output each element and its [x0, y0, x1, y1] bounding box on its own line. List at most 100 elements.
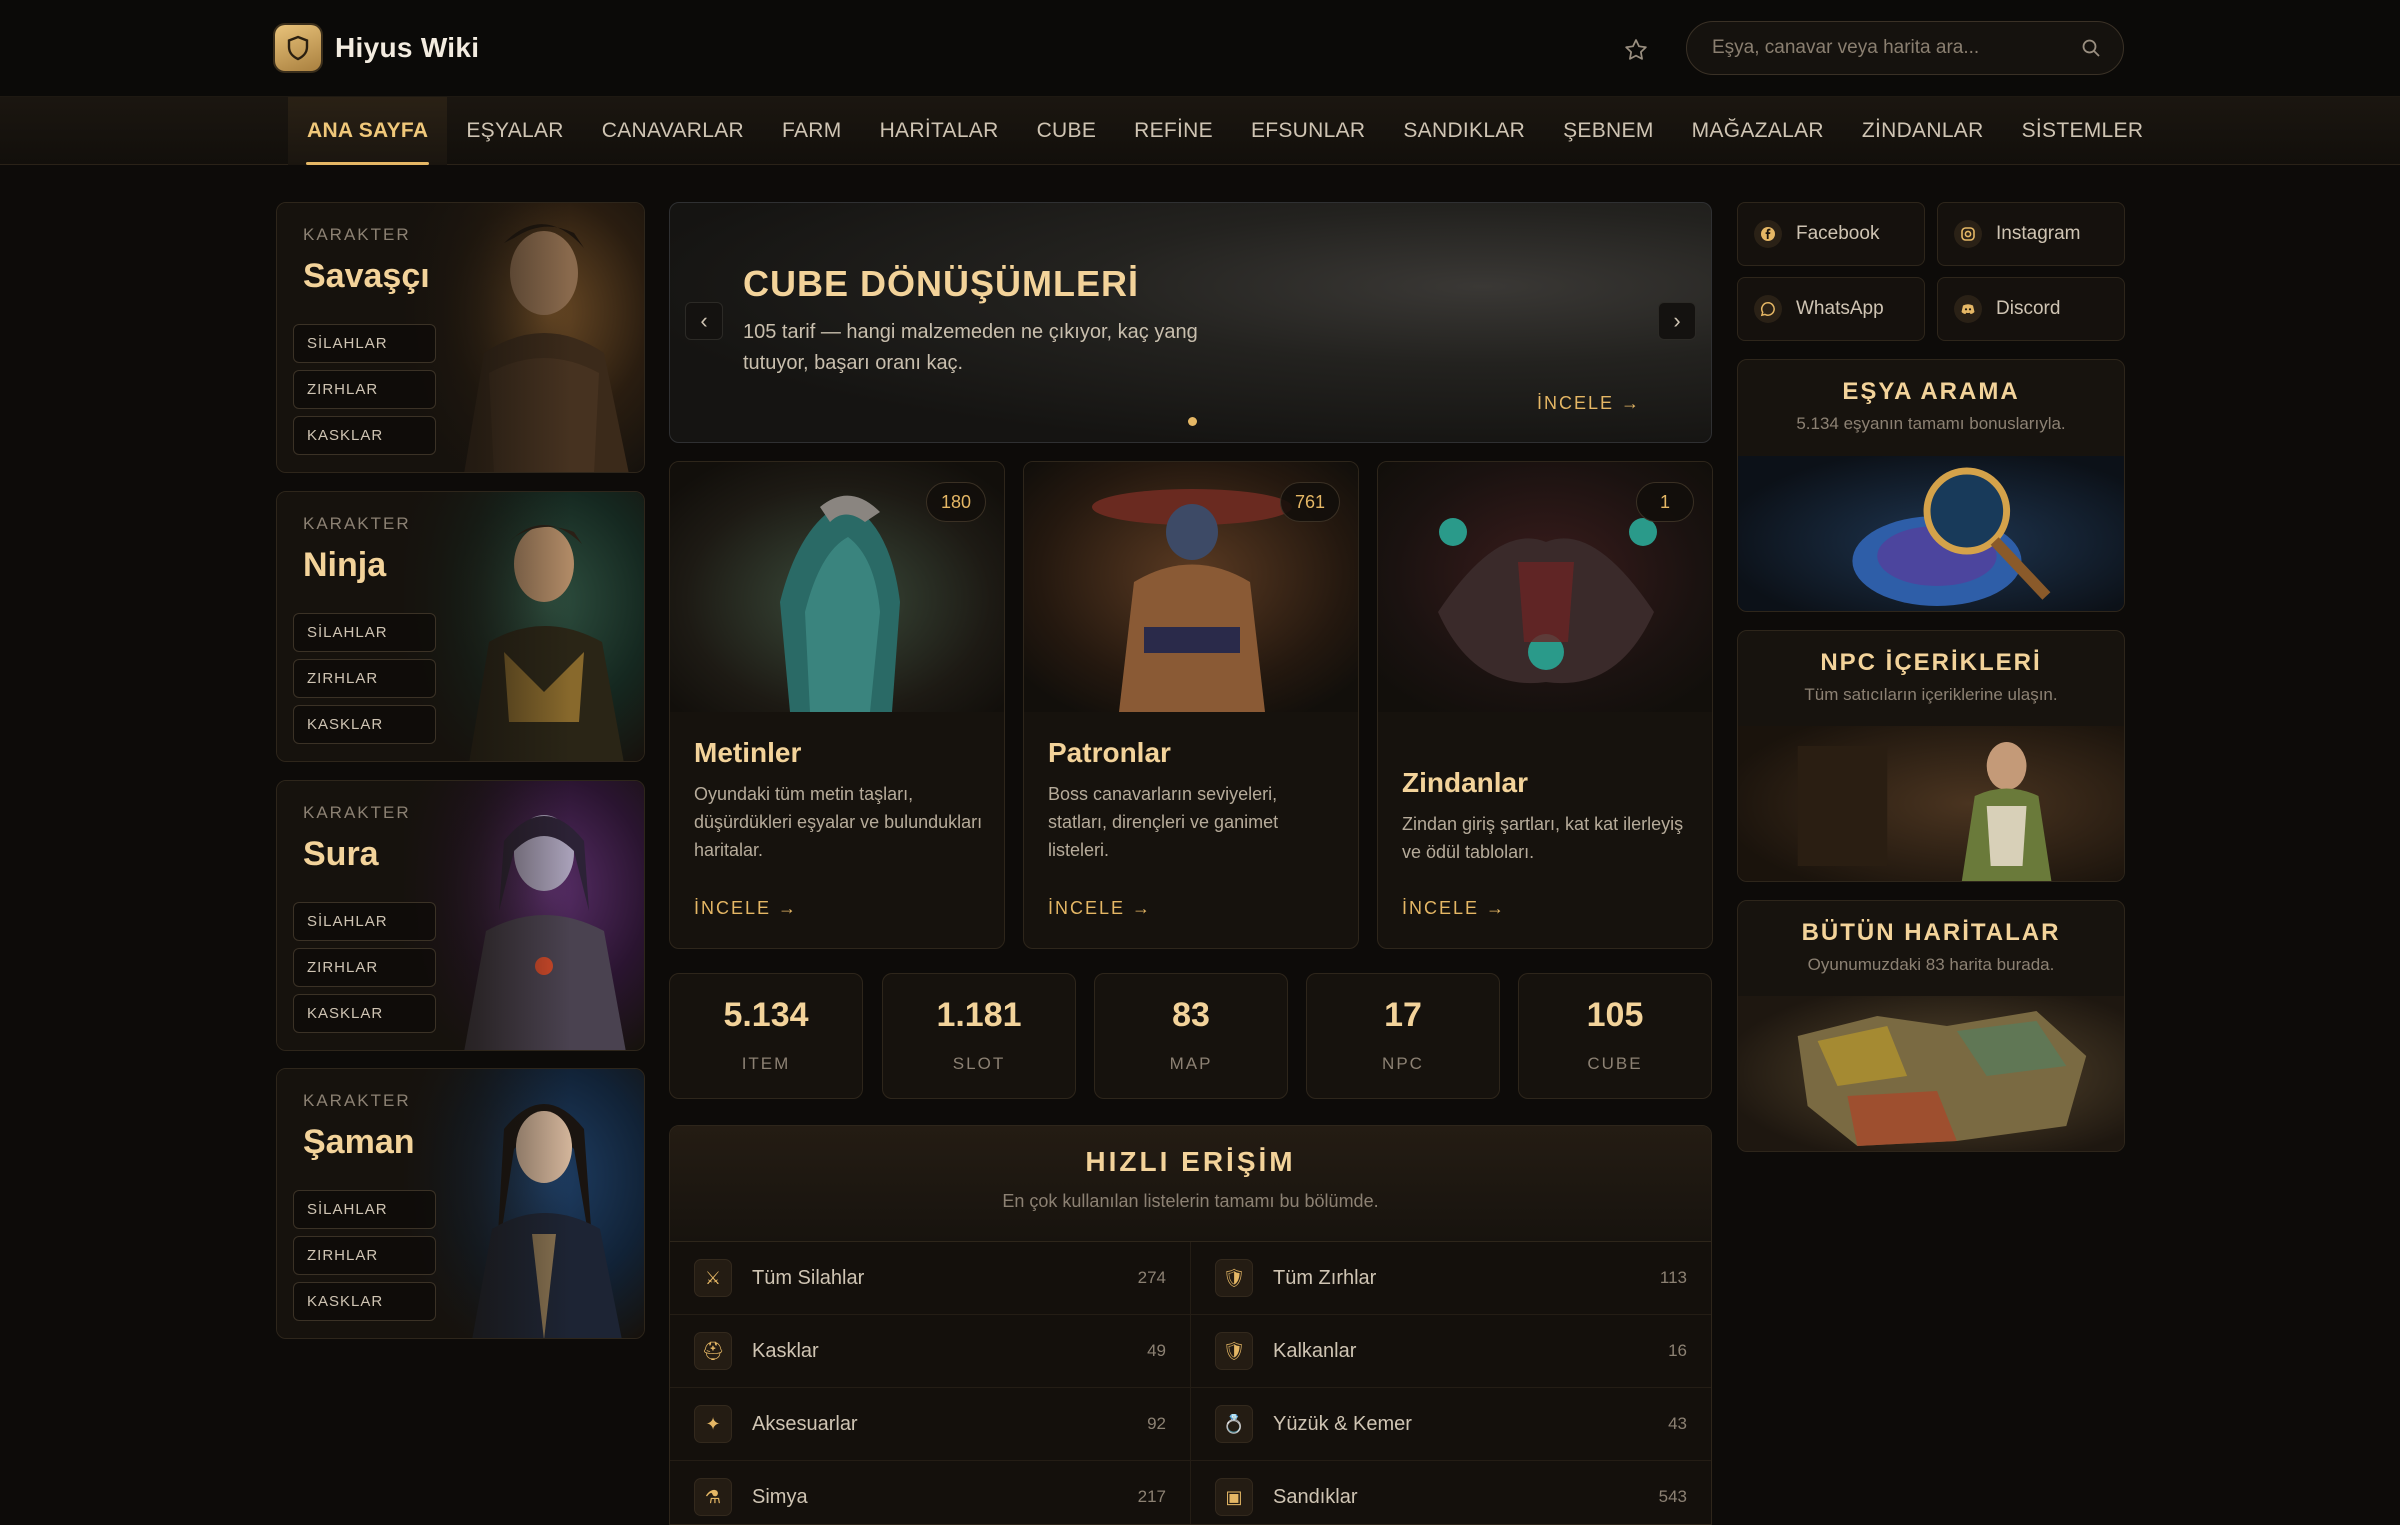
- stat-label: CUBE: [1587, 1054, 1643, 1073]
- stat-value: 1.181: [936, 996, 1022, 1034]
- feature-card-metins[interactable]: 180 Metinler Oyundaki tüm metin taşları,…: [669, 461, 1005, 949]
- quick-item-count: 43: [1668, 1414, 1687, 1433]
- character-card-ninja[interactable]: KARAKTER Ninja SİLAHLAR ZIRHLAR KASKLAR: [276, 491, 645, 762]
- helmets-button[interactable]: KASKLAR: [293, 994, 436, 1033]
- favorite-star-button[interactable]: [1618, 32, 1654, 68]
- whatsapp-icon: [1754, 295, 1782, 323]
- nav-item-refine[interactable]: REFİNE: [1115, 97, 1232, 165]
- stat-items: 5.134 ITEM: [669, 973, 863, 1099]
- side-card-subtitle: Tüm satıcıların içeriklerine ulaşın.: [1804, 685, 2058, 704]
- helmets-button[interactable]: KASKLAR: [293, 705, 436, 744]
- quick-item-helmets[interactable]: ⛑ Kasklar 49: [670, 1315, 1190, 1388]
- quick-item-label: Simya: [752, 1485, 808, 1508]
- inspect-link[interactable]: İNCELE →: [1048, 898, 1152, 919]
- character-card-shaman[interactable]: KARAKTER Şaman SİLAHLAR ZIRHLAR KASKLAR: [276, 1068, 645, 1339]
- stat-label: MAP: [1169, 1054, 1213, 1073]
- ring-icon: 💍: [1215, 1405, 1253, 1443]
- stat-label: SLOT: [952, 1054, 1006, 1073]
- instagram-icon: [1954, 220, 1982, 248]
- quick-item-accessories[interactable]: ✦ Aksesuarlar 92: [670, 1388, 1190, 1461]
- instagram-link[interactable]: Instagram: [1937, 202, 2125, 266]
- helmets-button[interactable]: KASKLAR: [293, 1282, 436, 1321]
- feature-card-dungeons[interactable]: 1 Zindanlar Zindan giriş şartları, kat k…: [1377, 461, 1713, 949]
- nav-item-sebnem[interactable]: ŞEBNEM: [1544, 97, 1673, 165]
- nav-item-chests[interactable]: SANDIKLAR: [1384, 97, 1544, 165]
- armors-button[interactable]: ZIRHLAR: [293, 948, 436, 987]
- world-map-image: [1738, 996, 2124, 1151]
- nav-item-home[interactable]: ANA SAYFA: [288, 97, 448, 165]
- alchemy-icon: ⚗: [694, 1478, 732, 1516]
- stat-value: 5.134: [723, 996, 809, 1034]
- facebook-icon: [1754, 220, 1782, 248]
- quick-item-label: Yüzük & Kemer: [1273, 1412, 1412, 1435]
- character-card-sura[interactable]: KARAKTER Sura SİLAHLAR ZIRHLAR KASKLAR: [276, 780, 645, 1051]
- search-icon[interactable]: [2081, 38, 2101, 58]
- armors-button[interactable]: ZIRHLAR: [293, 370, 436, 409]
- npc-contents-card[interactable]: NPC İÇERİKLERİ Tüm satıcıların içerikler…: [1737, 630, 2125, 882]
- main-nav: ANA SAYFA EŞYALAR CANAVARLAR FARM HARİTA…: [0, 97, 2400, 165]
- nav-item-farm[interactable]: FARM: [763, 97, 861, 165]
- character-kicker: KARAKTER: [303, 225, 411, 244]
- feature-card-bosses[interactable]: 761 Patronlar Boss canavarların seviyele…: [1023, 461, 1359, 949]
- social-label: Instagram: [1996, 223, 2081, 244]
- nav-item-bonuses[interactable]: EFSUNLAR: [1232, 97, 1384, 165]
- feature-description: Zindan giriş şartları, kat kat ilerleyiş…: [1402, 814, 1684, 862]
- quick-item-rings-belts[interactable]: 💍 Yüzük & Kemer 43: [1191, 1388, 1711, 1461]
- facebook-link[interactable]: Facebook: [1737, 202, 1925, 266]
- quick-item-shields[interactable]: 🛡 Kalkanlar 16: [1191, 1315, 1711, 1388]
- all-maps-card[interactable]: BÜTÜN HARİTALAR Oyunumuzdaki 83 harita b…: [1737, 900, 2125, 1152]
- quick-item-all-armors[interactable]: 🛡 Tüm Zırhlar 113: [1191, 1242, 1711, 1315]
- weapons-button[interactable]: SİLAHLAR: [293, 902, 436, 941]
- feature-description: Boss canavarların seviyeleri, statları, …: [1048, 784, 1279, 860]
- stat-label: ITEM: [741, 1054, 791, 1073]
- weapons-button[interactable]: SİLAHLAR: [293, 1190, 436, 1229]
- side-card-subtitle: 5.134 eşyanın tamamı bonuslarıyla.: [1796, 414, 2066, 433]
- inspect-link[interactable]: İNCELE →: [694, 898, 798, 919]
- stat-value: 83: [1172, 996, 1210, 1034]
- nav-item-items[interactable]: EŞYALAR: [447, 97, 582, 165]
- feature-title: Zindanlar: [1402, 767, 1529, 798]
- quick-item-label: Tüm Silahlar: [752, 1266, 865, 1289]
- hero-carousel: ‹ › CUBE DÖNÜŞÜMLERİ 105 tarif — hangi m…: [669, 202, 1712, 443]
- carousel-prev-button[interactable]: ‹: [685, 302, 723, 340]
- side-card-title: NPC İÇERİKLERİ: [1820, 649, 2042, 676]
- quick-item-label: Kasklar: [752, 1339, 819, 1362]
- quick-item-alchemy[interactable]: ⚗ Simya 217: [670, 1461, 1190, 1524]
- side-card-subtitle: Oyunumuzdaki 83 harita burada.: [1807, 955, 2055, 974]
- quick-item-count: 543: [1658, 1487, 1687, 1506]
- npc-merchant-image: [1738, 726, 2124, 881]
- helmets-button[interactable]: KASKLAR: [293, 416, 436, 455]
- inspect-link[interactable]: İNCELE →: [1402, 898, 1506, 919]
- count-badge: 180: [925, 482, 986, 522]
- character-kicker: KARAKTER: [303, 1091, 411, 1110]
- weapons-button[interactable]: SİLAHLAR: [293, 324, 436, 363]
- quick-item-label: Kalkanlar: [1273, 1339, 1357, 1362]
- item-search-card[interactable]: EŞYA ARAMA 5.134 eşyanın tamamı bonuslar…: [1737, 359, 2125, 612]
- search-box[interactable]: [1686, 21, 2124, 75]
- nav-item-dungeons[interactable]: ZİNDANLAR: [1843, 97, 2003, 165]
- nav-item-shops[interactable]: MAĞAZALAR: [1673, 97, 1843, 165]
- carousel-dot[interactable]: [1188, 417, 1197, 426]
- necklace-icon: ✦: [694, 1405, 732, 1443]
- stat-cube: 105 CUBE: [1518, 973, 1712, 1099]
- feature-title: Metinler: [694, 737, 802, 768]
- nav-item-cube[interactable]: CUBE: [1018, 97, 1116, 165]
- hero-inspect-link[interactable]: İNCELE →: [1537, 393, 1641, 414]
- nav-item-systems[interactable]: SİSTEMLER: [2003, 97, 2163, 165]
- site-logo[interactable]: Hiyus Wiki: [275, 24, 479, 72]
- armors-button[interactable]: ZIRHLAR: [293, 1236, 436, 1275]
- discord-link[interactable]: Discord: [1937, 277, 2125, 341]
- character-kicker: KARAKTER: [303, 803, 411, 822]
- character-card-warrior[interactable]: KARAKTER Savaşçı SİLAHLAR ZIRHLAR KASKLA…: [276, 202, 645, 473]
- nav-item-monsters[interactable]: CANAVARLAR: [583, 97, 763, 165]
- armors-button[interactable]: ZIRHLAR: [293, 659, 436, 698]
- nav-item-maps[interactable]: HARİTALAR: [861, 97, 1018, 165]
- weapons-button[interactable]: SİLAHLAR: [293, 613, 436, 652]
- carousel-next-button[interactable]: ›: [1658, 302, 1696, 340]
- shield-icon: [275, 25, 321, 71]
- search-input[interactable]: [1712, 37, 2081, 59]
- whatsapp-link[interactable]: WhatsApp: [1737, 277, 1925, 341]
- quick-item-chests[interactable]: ▣ Sandıklar 543: [1191, 1461, 1711, 1524]
- quick-item-all-weapons[interactable]: ⚔ Tüm Silahlar 274: [670, 1242, 1190, 1315]
- social-label: Discord: [1996, 298, 2061, 319]
